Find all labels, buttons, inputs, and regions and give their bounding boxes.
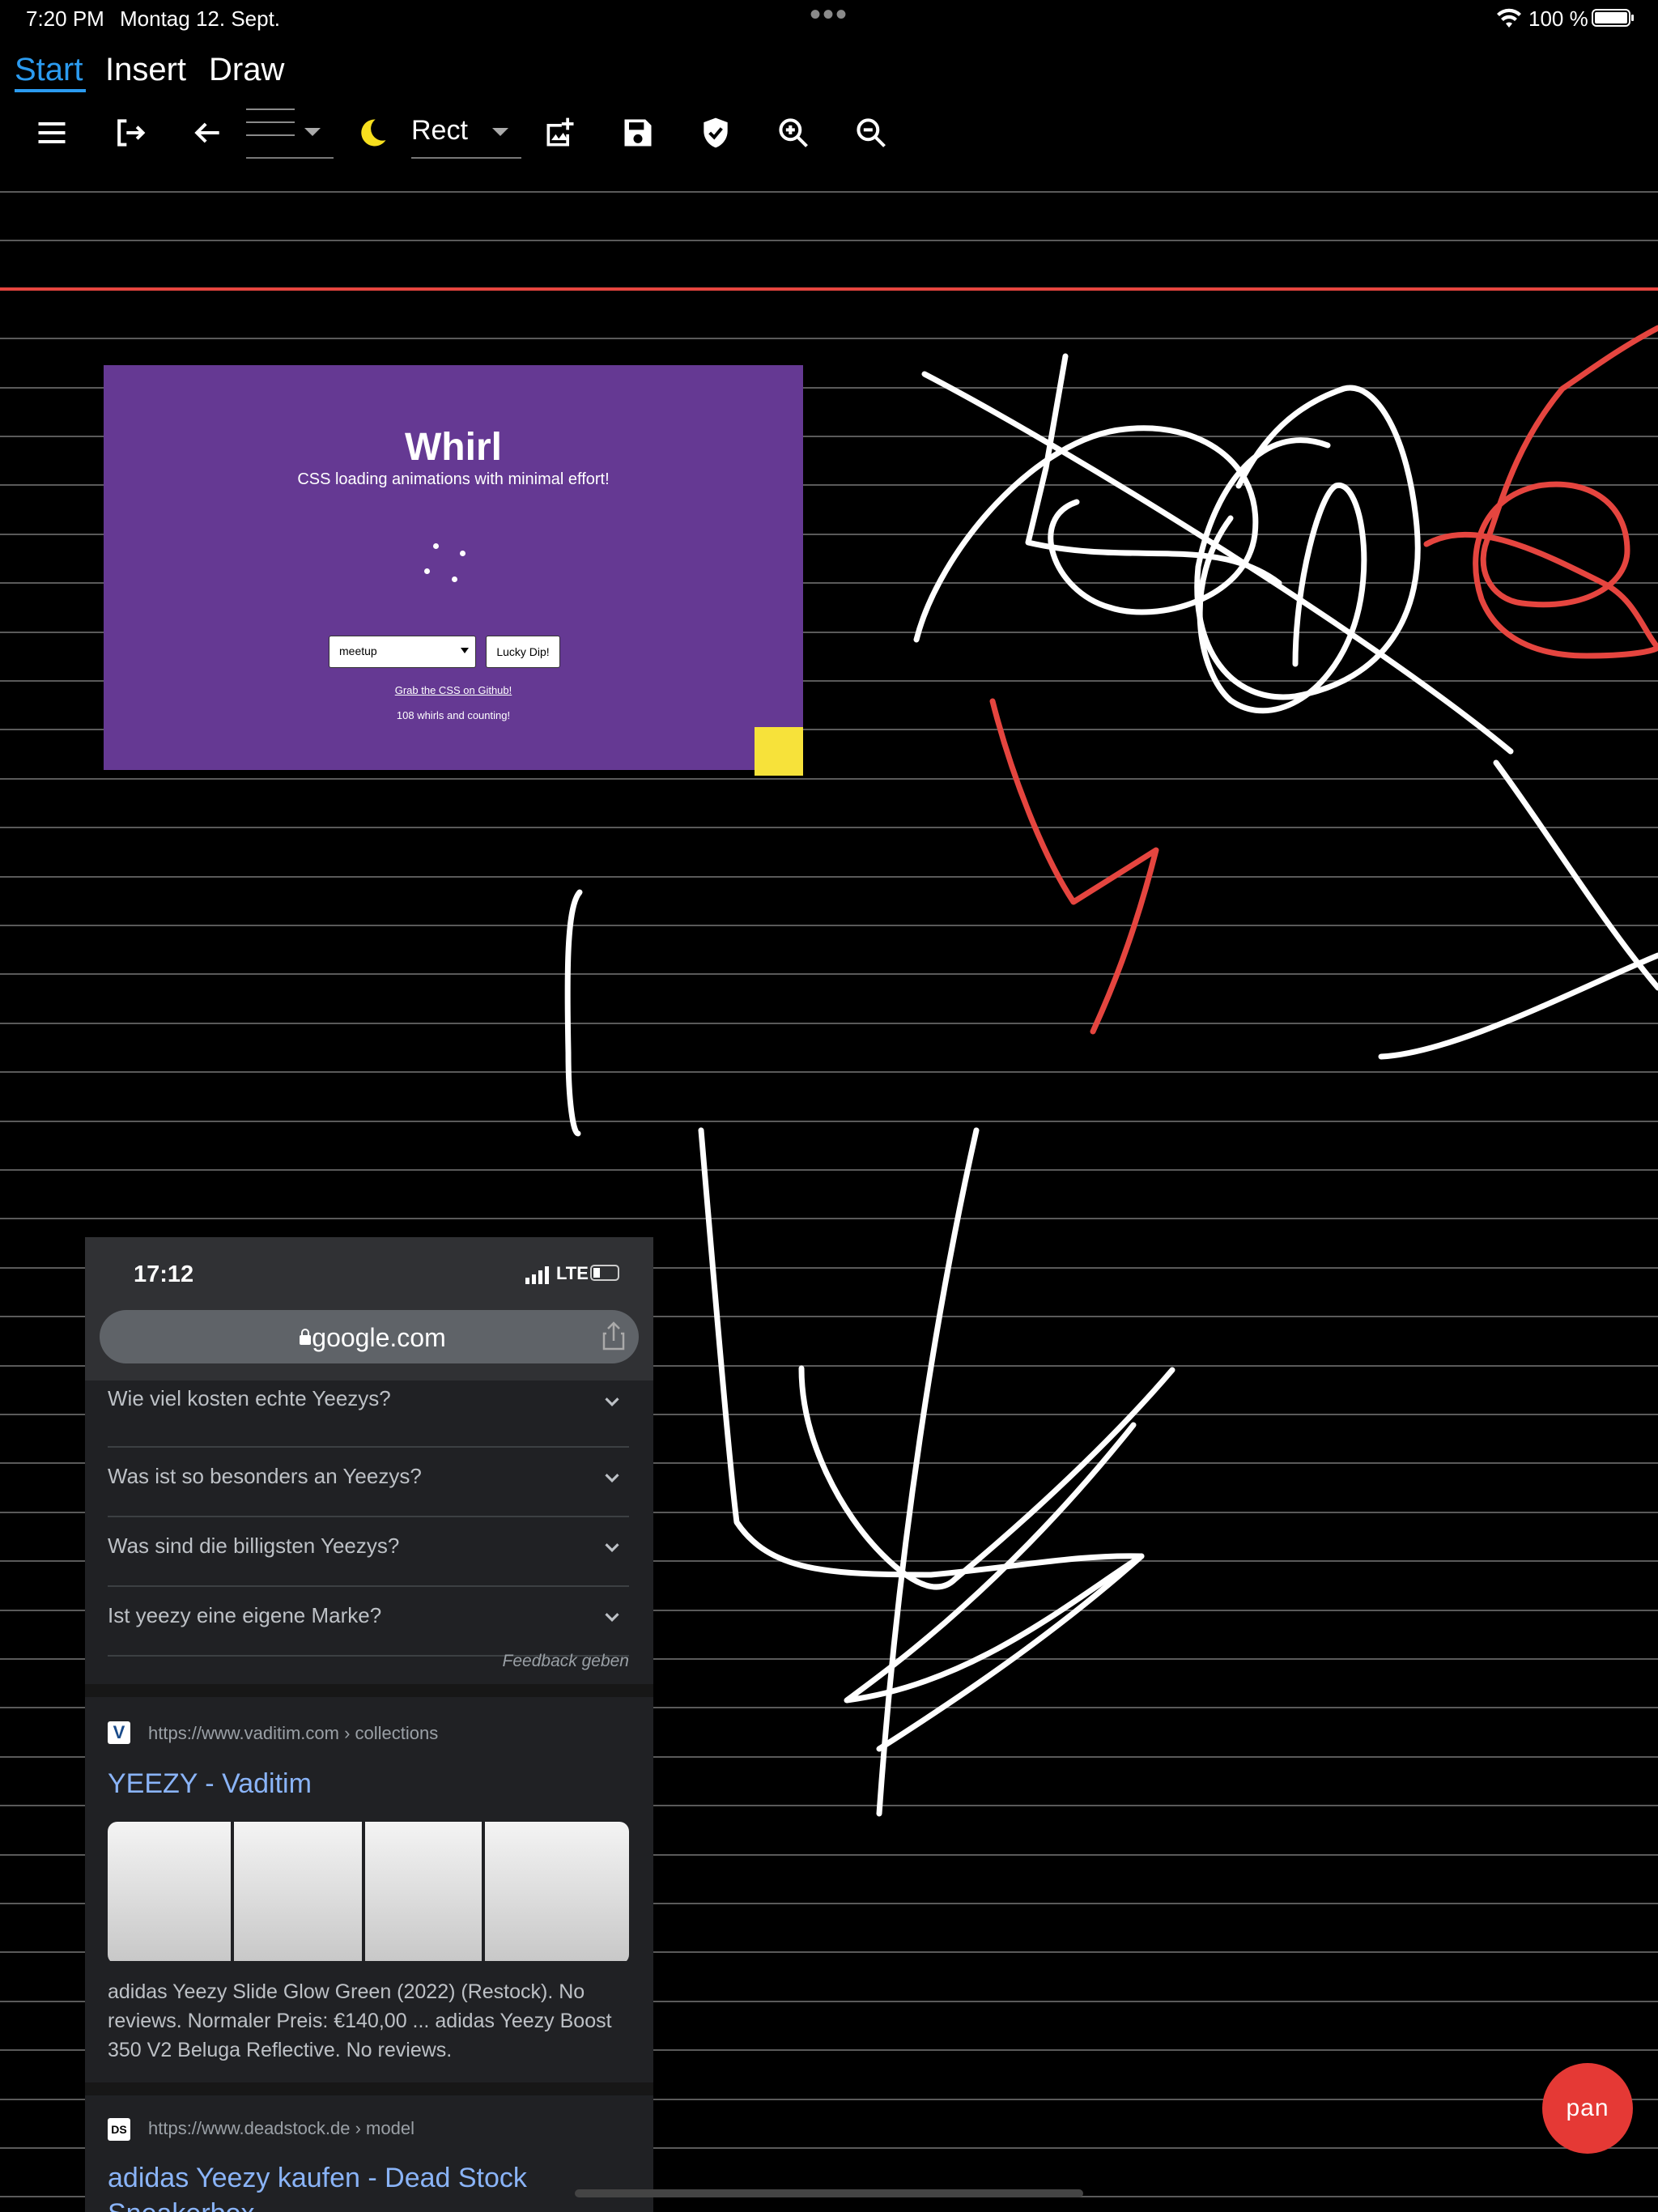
browser-header: 17:12 LTE google.com	[85, 1237, 653, 1380]
white-stroke	[1194, 385, 1421, 700]
faq-item[interactable]: Wie viel kosten echte Yeezys?	[108, 1376, 629, 1448]
result-url: https://www.deadstock.de › model	[148, 2118, 414, 2139]
signal-icon	[525, 1266, 551, 1288]
result-title[interactable]: adidas Yeezy kaufen - Dead Stock Sneaker…	[108, 2160, 626, 2212]
deadstock-favicon: DS	[108, 2118, 130, 2141]
result-title[interactable]: YEEZY - Vaditim	[108, 1768, 312, 1800]
address-text: google.com	[100, 1323, 639, 1353]
faq-item[interactable]: Was sind die billigsten Yeezys?	[108, 1516, 629, 1587]
result-crumb: › collections	[344, 1723, 439, 1743]
result-separator	[85, 2082, 653, 2095]
shoe-thumbnail[interactable]	[485, 1822, 629, 1961]
home-indicator[interactable]	[575, 2189, 1083, 2197]
chevron-down-icon	[605, 1543, 619, 1552]
faq-item[interactable]: Ist yeezy eine eigene Marke?	[108, 1585, 629, 1657]
pan-button[interactable]: pan	[1542, 2063, 1633, 2154]
faq-question: Was ist so besonders an Yeezys?	[108, 1464, 422, 1488]
shoe-thumbnail[interactable]	[365, 1822, 482, 1961]
network-label: LTE	[556, 1263, 589, 1283]
result-separator	[85, 1684, 653, 1697]
phone-screenshot[interactable]: 17:12 LTE google.com Wie viel kosten ech…	[85, 1237, 653, 2212]
share-icon[interactable]	[602, 1321, 626, 1355]
phone-time: 17:12	[134, 1261, 194, 1287]
chevron-down-icon	[605, 1397, 619, 1406]
vaditim-favicon: V	[108, 1721, 130, 1744]
faq-item[interactable]: Was ist so besonders an Yeezys?	[108, 1446, 629, 1517]
feedback-link[interactable]: Feedback geben	[503, 1652, 629, 1671]
result-snippet: adidas Yeezy Slide Glow Green (2022) (Re…	[108, 1980, 612, 2061]
red-stroke	[1423, 531, 1658, 651]
white-stroke	[921, 371, 1514, 755]
shoe-thumbnail[interactable]	[234, 1822, 362, 1961]
image-strip[interactable]	[108, 1822, 629, 1964]
address-bar[interactable]: google.com	[100, 1310, 639, 1363]
white-stroke	[876, 1127, 980, 1817]
faq-question: Was sind die billigsten Yeezys?	[108, 1534, 400, 1558]
faq-question: Wie viel kosten echte Yeezys?	[108, 1386, 391, 1410]
address-url: google.com	[312, 1323, 446, 1352]
red-stroke	[989, 698, 1159, 1035]
white-stroke	[1378, 952, 1658, 1060]
result-domain: https://www.vaditim.com	[148, 1723, 339, 1743]
result-domain: https://www.deadstock.de	[148, 2118, 351, 2138]
white-stroke	[564, 889, 583, 1137]
chevron-down-icon	[605, 1613, 619, 1622]
white-stroke	[1493, 759, 1658, 991]
white-stroke	[698, 1127, 1143, 1578]
result-url: https://www.vaditim.com › collections	[148, 1723, 438, 1744]
phone-battery-icon	[590, 1265, 619, 1281]
chevron-down-icon	[605, 1474, 619, 1482]
result-crumb: › model	[355, 2118, 414, 2138]
shoe-thumbnail[interactable]	[108, 1822, 231, 1961]
faq-question: Ist yeezy eine eigene Marke?	[108, 1603, 382, 1627]
white-stroke	[1197, 483, 1367, 714]
